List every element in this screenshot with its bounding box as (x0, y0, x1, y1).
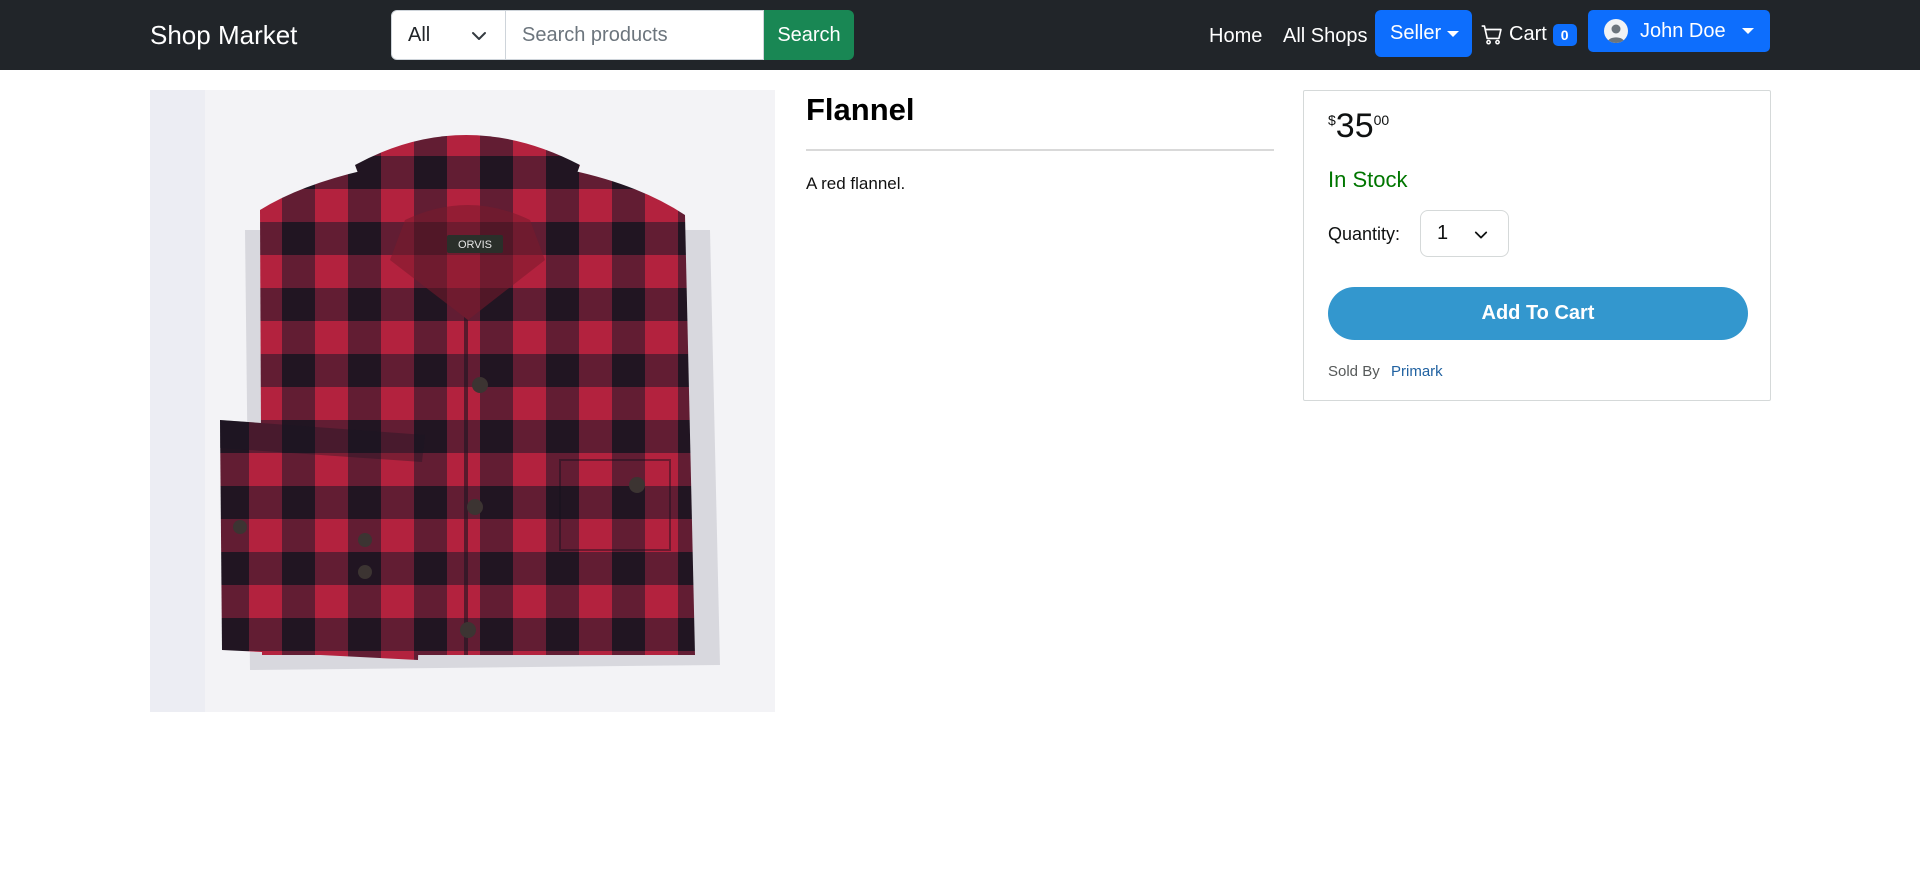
seller-link[interactable]: Primark (1391, 363, 1443, 380)
search-input[interactable]: Search products (506, 10, 764, 60)
top-navbar: Shop Market All Search products Search H… (0, 0, 1920, 70)
user-name: John Doe (1640, 19, 1726, 42)
nav-all-shops-link[interactable]: All Shops (1283, 23, 1368, 49)
brand-link[interactable]: Shop Market (150, 19, 297, 51)
flannel-shirt-illustration: ORVIS (150, 90, 775, 712)
sold-by-label: Sold By (1328, 363, 1380, 380)
cart-label: Cart (1509, 23, 1547, 45)
caret-down-icon (1742, 28, 1754, 34)
seller-dropdown-label: Seller (1390, 22, 1442, 44)
nav-home-link[interactable]: Home (1209, 23, 1262, 49)
product-image: ORVIS (150, 90, 775, 712)
product-description: A red flannel. (806, 174, 906, 193)
chevron-down-icon (472, 32, 486, 40)
add-to-cart-button[interactable]: Add To Cart (1328, 287, 1748, 340)
category-select-value: All (408, 23, 431, 46)
search-button[interactable]: Search (764, 10, 854, 60)
quantity-select-value: 1 (1437, 222, 1449, 244)
quantity-select[interactable]: 1 (1420, 210, 1509, 257)
quantity-label: Quantity: (1328, 224, 1401, 244)
cart-icon (1481, 24, 1502, 45)
search-input-placeholder: Search products (522, 23, 668, 46)
cart-count-badge: 0 (1552, 23, 1577, 46)
cart-link[interactable]: Cart 0 (1481, 23, 1577, 46)
seller-dropdown-button[interactable]: Seller (1375, 10, 1472, 57)
user-icon (1607, 24, 1625, 43)
chevron-down-icon (1474, 231, 1488, 239)
caret-down-icon (1447, 30, 1460, 37)
buy-box: $ 35 00 In Stock Quantity: 1 Add To Cart… (1303, 90, 1771, 401)
price-currency: $ (1328, 112, 1336, 128)
product-price: $ 35 00 (1328, 109, 1389, 143)
brand-tag-text: ORVIS (458, 239, 492, 251)
price-whole: 35 (1335, 107, 1374, 145)
search-form: All Search products Search (391, 10, 854, 60)
price-fraction: 00 (1373, 112, 1390, 128)
title-divider (806, 149, 1274, 151)
stock-status: In Stock (1328, 167, 1408, 192)
product-title: Flannel (806, 92, 915, 127)
category-select[interactable]: All (391, 10, 506, 60)
user-menu-button[interactable]: John Doe (1588, 10, 1770, 52)
avatar (1604, 19, 1628, 43)
